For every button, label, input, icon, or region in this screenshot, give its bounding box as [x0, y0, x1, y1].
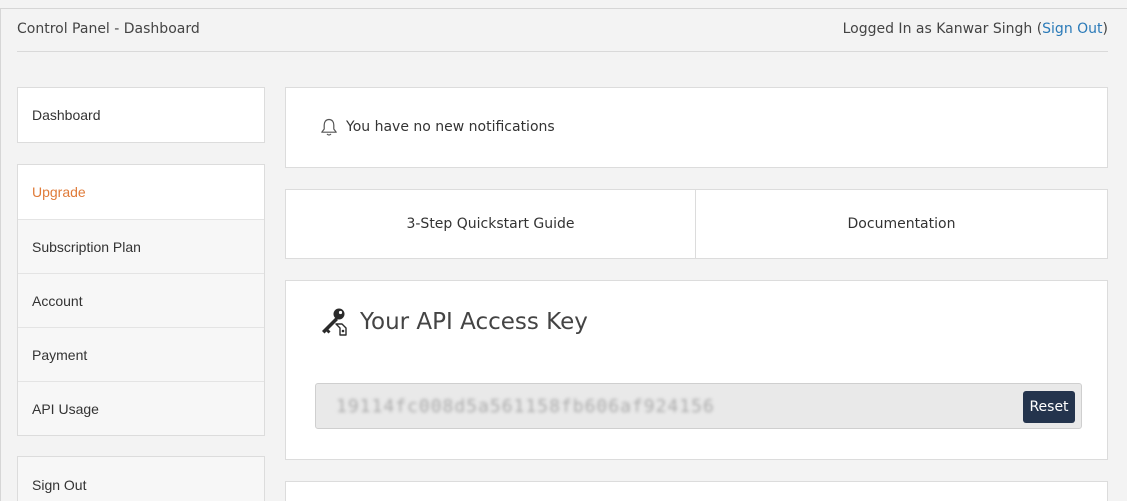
- logged-in-text: Logged In as Kanwar Singh (: [842, 21, 1043, 37]
- next-panel: [285, 481, 1108, 501]
- api-key-panel: Your API Access Key 19114fc008d5a561158f…: [285, 280, 1108, 460]
- sidebar-item-sign-out[interactable]: Sign Out: [18, 457, 264, 501]
- keys-icon: [322, 308, 347, 336]
- api-key-value: 19114fc008d5a561158fb606af924156: [336, 396, 715, 417]
- sidebar-sign-out-box: Sign Out: [17, 456, 265, 501]
- bell-icon: [321, 118, 337, 136]
- guides-panel: 3-Step Quickstart Guide Documentation: [285, 189, 1108, 259]
- quickstart-guide-link[interactable]: 3-Step Quickstart Guide: [286, 190, 695, 258]
- api-key-field[interactable]: 19114fc008d5a561158fb606af924156 Reset: [315, 383, 1082, 429]
- sidebar-menu: Upgrade Subscription Plan Account Paymen…: [17, 164, 265, 436]
- header-sign-out-link[interactable]: Sign Out: [1042, 21, 1102, 37]
- logged-in-user: Logged In as Kanwar Singh (Sign Out): [843, 21, 1108, 37]
- sidebar-item-dashboard[interactable]: Dashboard: [18, 88, 264, 142]
- header-bar: Control Panel - Dashboard Logged In as K…: [17, 9, 1108, 52]
- reset-api-key-button[interactable]: Reset: [1023, 391, 1075, 423]
- notifications-panel: You have no new notifications: [285, 87, 1108, 168]
- sidebar-item-account[interactable]: Account: [18, 273, 264, 327]
- sidebar-item-payment[interactable]: Payment: [18, 327, 264, 381]
- api-key-title: Your API Access Key: [360, 309, 588, 335]
- logged-in-suffix: ): [1102, 21, 1108, 37]
- sidebar-dashboard-box: Dashboard: [17, 87, 265, 143]
- window-frame-left: [0, 8, 1, 501]
- page-title: Control Panel - Dashboard: [17, 21, 200, 37]
- sidebar-item-upgrade[interactable]: Upgrade: [18, 165, 264, 219]
- sidebar-item-subscription-plan[interactable]: Subscription Plan: [18, 219, 264, 273]
- sidebar-item-api-usage[interactable]: API Usage: [18, 381, 264, 435]
- notifications-text: You have no new notifications: [346, 119, 555, 135]
- documentation-link[interactable]: Documentation: [696, 190, 1107, 258]
